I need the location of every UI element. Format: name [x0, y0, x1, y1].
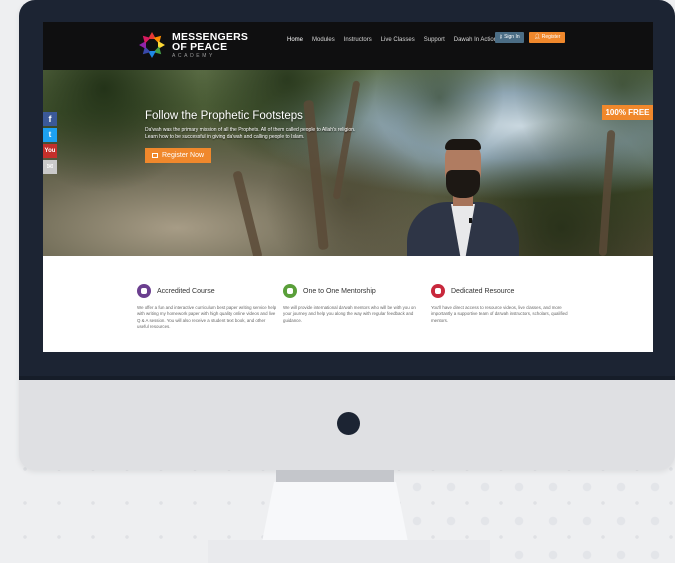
logo-line-1: MESSENGERS [172, 30, 249, 43]
hero-title: Follow the Prophetic Footsteps [145, 110, 303, 122]
video-icon [431, 284, 445, 298]
hero-text-line-1: Da'wah was the primary mission of all th… [145, 127, 356, 133]
free-badge: 100% FREE [602, 105, 653, 120]
register-button[interactable]: 👤︎ Register [529, 32, 566, 43]
features-section: Accredited Course We offer a fun and int… [43, 256, 653, 352]
website-screen: MESSENGERS OF PEACE ACADEMY Home Modules… [43, 22, 653, 352]
register-now-label: Register Now [162, 152, 205, 159]
ticket-icon [152, 153, 158, 158]
feature-title: One to One Mentorship [303, 287, 376, 295]
user-icon: 👤︎ [534, 34, 542, 40]
feature-description: We offer a fun and interactive curriculu… [137, 305, 277, 329]
email-icon[interactable]: ✉ [43, 160, 57, 174]
lapel-mic [469, 218, 472, 223]
feature-header: Dedicated Resource [431, 284, 571, 298]
feature-header: Accredited Course [137, 284, 277, 298]
site-logo[interactable]: MESSENGERS OF PEACE ACADEMY [137, 30, 248, 60]
social-share-bar: f t You ✉ [43, 112, 57, 176]
graduation-icon [137, 284, 151, 298]
leaf-icon [283, 284, 297, 298]
feature-mentorship: One to One Mentorship We will provide in… [283, 284, 423, 324]
hero-forest-image [43, 70, 653, 256]
logo-line-2: OF PEACE [172, 40, 228, 53]
feature-title: Accredited Course [157, 287, 215, 295]
register-label: Register [541, 34, 561, 40]
feature-accredited-course: Accredited Course We offer a fun and int… [137, 284, 277, 330]
logo-icon [139, 32, 165, 58]
nav-modules[interactable]: Modules [312, 37, 335, 43]
sign-in-label: Sign In [504, 34, 520, 40]
register-now-button[interactable]: Register Now [145, 148, 212, 163]
presenter-video[interactable] [399, 128, 529, 256]
hero-text-line-2: Learn how to be successful in giving da'… [145, 134, 305, 140]
nav-instructors[interactable]: Instructors [344, 37, 372, 43]
feature-dedicated-resource: Dedicated Resource You'll have direct ac… [431, 284, 571, 324]
feature-description: We will provide international da'wah men… [283, 305, 416, 323]
logo-text: MESSENGERS OF PEACE ACADEMY [172, 30, 249, 59]
facebook-icon[interactable]: f [43, 112, 57, 126]
hero-description: Da'wah was the primary mission of all th… [145, 127, 395, 141]
twitter-icon[interactable]: t [43, 128, 57, 142]
sign-in-button[interactable]: ⚷ Sign In [495, 32, 524, 43]
site-header: MESSENGERS OF PEACE ACADEMY Home Modules… [43, 22, 653, 70]
monitor-stand [262, 482, 408, 542]
nav-dawah-in-action[interactable]: Dawah In Action [454, 37, 497, 43]
main-nav: Home Modules Instructors Live Classes Su… [287, 33, 506, 47]
hero-banner: Follow the Prophetic Footsteps Da'wah wa… [43, 70, 653, 256]
feature-header: One to One Mentorship [283, 284, 423, 298]
stand-base [208, 540, 490, 563]
youtube-icon[interactable]: You [43, 144, 57, 158]
nav-live-classes[interactable]: Live Classes [381, 37, 415, 43]
monitor-power-button [337, 412, 360, 435]
nav-support[interactable]: Support [424, 37, 445, 43]
presenter-hair [445, 139, 481, 150]
feature-title: Dedicated Resource [451, 287, 515, 295]
monitor-chin-line [19, 376, 675, 380]
stand-neck [276, 470, 394, 484]
feature-description: You'll have direct access to resource vi… [431, 305, 568, 323]
nav-home[interactable]: Home [287, 37, 303, 43]
presenter-beard [446, 170, 480, 198]
logo-line-3: ACADEMY [172, 52, 215, 59]
